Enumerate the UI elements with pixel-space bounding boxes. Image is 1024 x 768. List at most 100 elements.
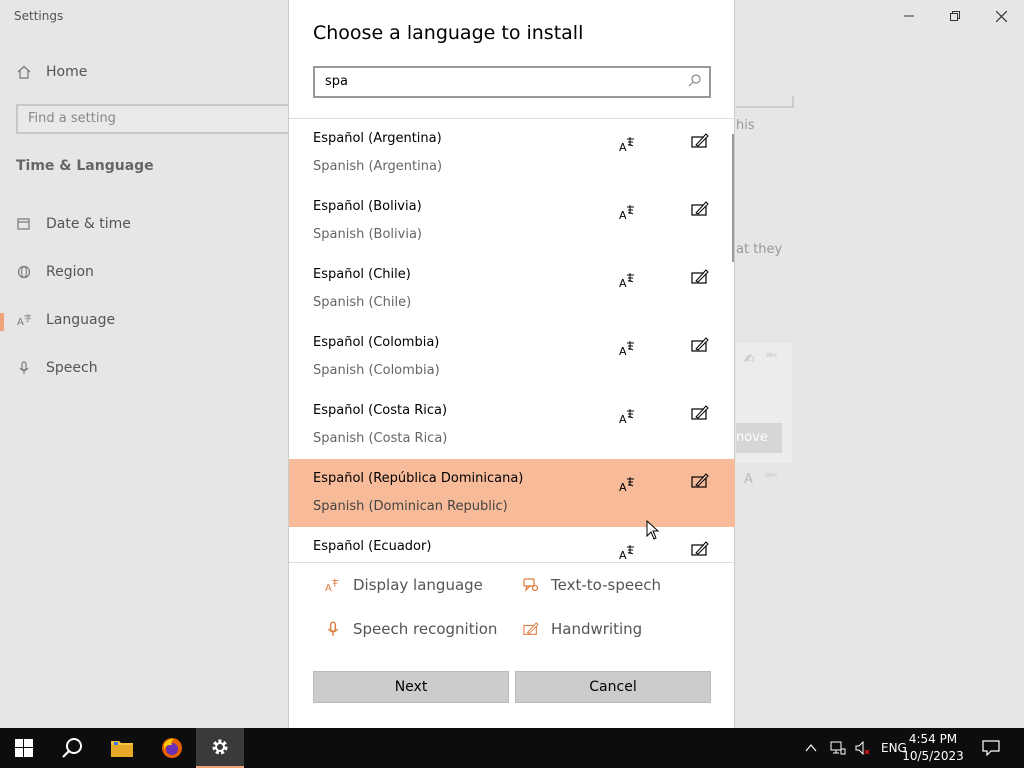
- home-icon: [16, 64, 32, 80]
- find-setting-input[interactable]: Find a setting: [16, 104, 296, 134]
- dialog-title: Choose a language to install: [313, 22, 584, 44]
- language-english-name: Spanish (Dominican Republic): [313, 499, 508, 514]
- gear-icon: [212, 739, 228, 755]
- language-native-name: Español (Bolivia): [313, 199, 422, 214]
- legend-label: Handwriting: [551, 620, 643, 638]
- system-tray: ENG: [803, 728, 907, 768]
- taskbar: ENG 4:54 PM 10/5/2023: [0, 728, 1024, 768]
- background-text-fragment: at they: [736, 242, 783, 257]
- selected-indicator: [0, 313, 4, 331]
- legend-handwriting: Handwriting: [523, 620, 642, 638]
- taskbar-settings[interactable]: [196, 728, 244, 768]
- sidebar-item-label: Speech: [46, 360, 98, 376]
- handwriting-icon: ✍: [744, 352, 755, 367]
- display-language-icon: A: [325, 577, 341, 593]
- language-search-input[interactable]: spa: [313, 66, 711, 98]
- cancel-button[interactable]: Cancel: [515, 671, 711, 703]
- minimize-icon[interactable]: [886, 0, 932, 32]
- remove-button-fragment: nove: [736, 423, 782, 453]
- language-native-name: Español (Chile): [313, 267, 411, 282]
- firefox-icon: [162, 738, 182, 758]
- svg-text:A: A: [619, 345, 627, 357]
- background-input-fragment: [736, 96, 794, 108]
- settings-main-area: his at they ✍ ᵃᵇᶜ nove A ᵃᵇᶜ: [736, 0, 1024, 728]
- sidebar-home-label: Home: [46, 64, 88, 80]
- window-title: Settings: [14, 9, 64, 23]
- handwriting-icon: [691, 405, 709, 420]
- handwriting-icon: [523, 621, 539, 637]
- display-language-icon: A: [619, 205, 634, 221]
- language-icon: A字: [16, 312, 32, 328]
- remove-button-label: nove: [736, 430, 768, 445]
- window-controls: [886, 0, 1024, 32]
- taskbar-firefox[interactable]: [148, 728, 196, 768]
- language-list-item[interactable]: Español (Colombia) Spanish (Colombia) A: [289, 323, 735, 391]
- taskbar-search-button[interactable]: [48, 728, 96, 768]
- handwriting-icon: [691, 201, 709, 216]
- sidebar-item-date-time[interactable]: Date & time: [16, 216, 131, 232]
- language-list-item[interactable]: Español (Ecuador) A: [289, 527, 735, 562]
- next-button[interactable]: Next: [313, 671, 509, 703]
- svg-text:A: A: [325, 583, 332, 593]
- list-scrollbar[interactable]: [732, 134, 734, 262]
- find-setting-placeholder: Find a setting: [28, 111, 116, 126]
- language-native-name: Español (Ecuador): [313, 539, 432, 554]
- language-list-item[interactable]: Español (Bolivia) Spanish (Bolivia) A: [289, 187, 735, 255]
- display-language-icon: A: [619, 137, 634, 153]
- clock[interactable]: 4:54 PM 10/5/2023: [898, 731, 968, 765]
- language-list: Español (Argentina) Spanish (Argentina) …: [289, 119, 736, 562]
- language-english-name: Spanish (Costa Rica): [313, 431, 448, 446]
- close-icon[interactable]: [978, 0, 1024, 32]
- language-list-item[interactable]: Español (Chile) Spanish (Chile) A: [289, 255, 735, 323]
- handwriting-icon: [691, 269, 709, 284]
- globe-icon: [16, 264, 32, 280]
- display-language-icon: A: [619, 273, 634, 289]
- sidebar-item-speech[interactable]: Speech: [16, 360, 98, 376]
- language-native-name: Español (República Dominicana): [313, 471, 524, 486]
- language-english-name: Spanish (Colombia): [313, 363, 440, 378]
- language-list-item[interactable]: Español (Costa Rica) Spanish (Costa Rica…: [289, 391, 735, 459]
- taskbar-file-explorer[interactable]: [98, 728, 146, 768]
- action-center-button[interactable]: [970, 728, 1012, 768]
- search-icon[interactable]: [688, 74, 701, 90]
- microphone-icon: [16, 360, 32, 376]
- language-english-name: Spanish (Bolivia): [313, 227, 422, 242]
- language-native-name: Español (Costa Rica): [313, 403, 448, 418]
- sidebar-item-region[interactable]: Region: [16, 264, 94, 280]
- sidebar-item-label: Region: [46, 264, 94, 280]
- sidebar-item-home[interactable]: Home: [16, 64, 87, 80]
- language-native-name: Español (Colombia): [313, 335, 440, 350]
- svg-text:A: A: [619, 209, 627, 221]
- handwriting-icon: [691, 337, 709, 352]
- language-list-item[interactable]: Español (Argentina) Spanish (Argentina) …: [289, 119, 735, 187]
- clock-time: 4:54 PM: [908, 732, 958, 746]
- language-english-name: Spanish (Chile): [313, 295, 412, 310]
- notification-icon: [982, 740, 1000, 756]
- sidebar-item-language[interactable]: A字 Language: [16, 312, 115, 328]
- spellcheck-icon: ᵃᵇᶜ: [766, 472, 778, 483]
- chevron-up-icon[interactable]: [803, 744, 819, 752]
- clock-date: 10/5/2023: [902, 749, 964, 763]
- start-button[interactable]: [0, 728, 48, 768]
- restore-icon[interactable]: [932, 0, 978, 32]
- legend-label: Speech recognition: [353, 620, 498, 638]
- sidebar-item-label: Date & time: [46, 216, 131, 232]
- microphone-icon: [325, 621, 341, 637]
- divider: [289, 562, 736, 563]
- legend-speech-recognition: Speech recognition: [325, 620, 497, 638]
- legend-text-to-speech: Text-to-speech: [523, 576, 661, 594]
- handwriting-icon: [691, 541, 709, 556]
- display-language-icon: A: [619, 341, 634, 357]
- language-english-name: Spanish (Argentina): [313, 159, 443, 174]
- svg-text:A: A: [17, 317, 24, 327]
- calendar-clock-icon: [16, 216, 32, 232]
- sidebar: Settings Home Find a setting Time & Lang…: [0, 0, 296, 728]
- display-language-icon: A: [619, 477, 634, 493]
- folder-icon: [111, 741, 133, 757]
- language-icon: A: [744, 472, 753, 487]
- volume-muted-icon[interactable]: [851, 741, 875, 755]
- language-list-item-highlighted[interactable]: Español (República Dominicana) Spanish (…: [289, 459, 735, 527]
- svg-text:A: A: [619, 141, 627, 153]
- sidebar-item-label: Language: [46, 312, 116, 328]
- network-icon[interactable]: [825, 741, 851, 755]
